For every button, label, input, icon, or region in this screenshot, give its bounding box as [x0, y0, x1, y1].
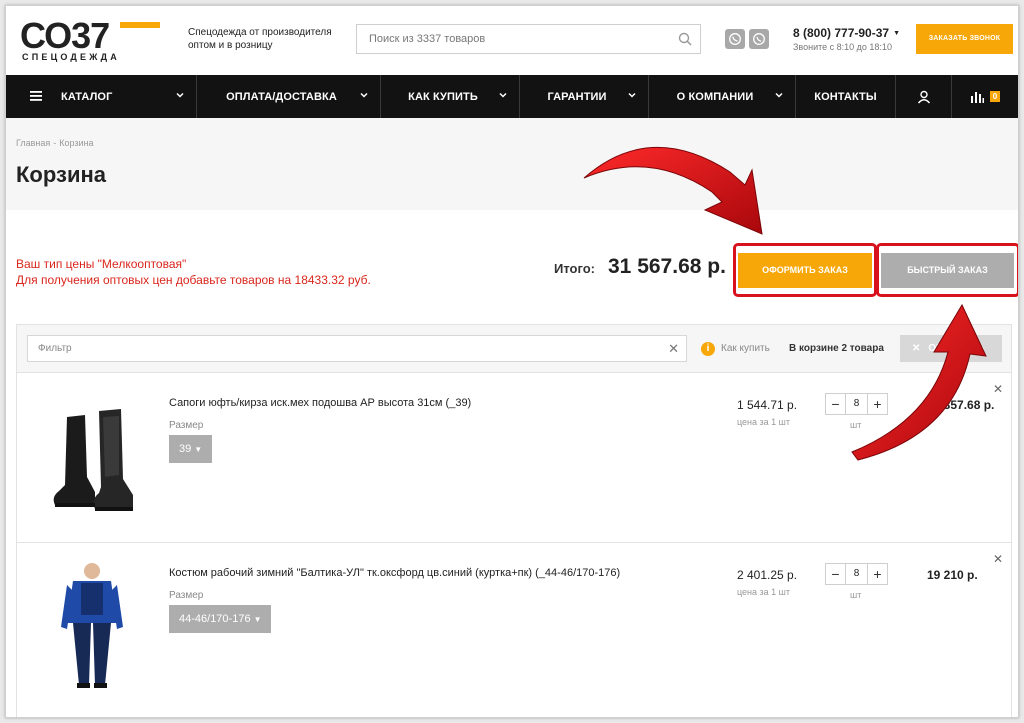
- site-logo[interactable]: СО37 СПЕЦОДЕЖДА: [20, 18, 170, 62]
- quantity-stepper: − 8 +: [825, 563, 888, 585]
- decrease-button[interactable]: −: [825, 563, 846, 585]
- unit-price: 2 401.25 р.: [737, 568, 798, 582]
- nav-label: ОПЛАТА/ДОСТАВКА: [226, 90, 337, 103]
- nav-item-contacts[interactable]: КОНТАКТЫ: [796, 75, 896, 118]
- price-type-line: Ваш тип цены "Мелкооптовая": [16, 257, 187, 271]
- page-frame: СО37 СПЕЦОДЕЖДА Спецодежда от производит…: [5, 5, 1019, 718]
- size-label: Размер: [169, 420, 204, 431]
- chevron-down-icon: [360, 92, 368, 98]
- page-title: Корзина: [16, 162, 106, 187]
- breadcrumb-separator: -: [53, 138, 57, 148]
- compare-button[interactable]: 0: [952, 75, 1018, 118]
- info-icon: i: [701, 342, 715, 356]
- cart-item: Костюм рабочий зимний "Балтика-УЛ" тк.ок…: [17, 543, 1011, 717]
- quantity-value[interactable]: 8: [846, 563, 867, 585]
- close-icon: ✕: [912, 343, 921, 354]
- unit-price: 1 544.71 р.: [737, 398, 798, 412]
- search-input[interactable]: [357, 25, 657, 53]
- menu-icon: [30, 91, 42, 101]
- logo-accent: [120, 22, 160, 28]
- cart-toolbar: ✕ i Как купить В корзине 2 товара ✕ ОЧИСТ…: [17, 325, 1011, 373]
- account-button[interactable]: [896, 75, 952, 118]
- increase-button[interactable]: +: [867, 393, 888, 415]
- chevron-down-icon: [775, 92, 783, 98]
- breadcrumb-home[interactable]: Главная: [16, 138, 50, 148]
- user-icon: [917, 90, 930, 103]
- main-nav: КАТАЛОГ ОПЛАТА/ДОСТАВКА КАК КУПИТЬ ГАРАН…: [6, 75, 1018, 118]
- size-select[interactable]: 44-46/170-176 ▼: [169, 605, 272, 633]
- nav-label: О КОМПАНИИ: [676, 90, 754, 103]
- chevron-down-icon: ▼: [194, 445, 203, 454]
- quantity-unit: шт: [850, 420, 862, 430]
- price-note: цена за 1 шт: [737, 417, 791, 427]
- page-title-area: Главная - Корзина Корзина: [6, 118, 1018, 210]
- product-name[interactable]: Сапоги юфть/кирза иск.мех подошва АР выс…: [169, 397, 471, 409]
- size-value: 39: [179, 443, 192, 455]
- increase-button[interactable]: +: [867, 563, 888, 585]
- site-header: СО37 СПЕЦОДЕЖДА Спецодежда от производит…: [6, 6, 1018, 74]
- tagline: Спецодежда от производителя оптом и в ро…: [188, 27, 332, 51]
- logo-text: СО37: [20, 18, 109, 56]
- size-select[interactable]: 39 ▼: [169, 435, 213, 463]
- work-hours: Звоните с 8:10 до 18:10: [793, 42, 892, 52]
- logo-subtext: СПЕЦОДЕЖДА: [22, 52, 120, 62]
- line-total: 19 210 р.: [927, 568, 978, 582]
- wholesale-hint-line: Для получения оптовых цен добавьте товар…: [16, 273, 371, 287]
- decrease-button[interactable]: −: [825, 393, 846, 415]
- search-box: [356, 24, 701, 54]
- remove-item-icon[interactable]: ✕: [993, 383, 1003, 395]
- size-value: 44-46/170-176: [179, 613, 251, 625]
- chevron-down-icon: [499, 92, 507, 98]
- compare-count-badge: 0: [989, 91, 1001, 102]
- size-label: Размер: [169, 590, 204, 601]
- breadcrumb-current: Корзина: [59, 138, 94, 148]
- filter-box: ✕: [27, 335, 687, 362]
- nav-item-how-to-buy[interactable]: КАК КУПИТЬ: [381, 75, 520, 118]
- price-note: цена за 1 шт: [737, 587, 791, 597]
- quantity-stepper: − 8 +: [825, 393, 888, 415]
- total-value: 31 567.68 р.: [608, 255, 726, 278]
- nav-label: КАТАЛОГ: [61, 90, 113, 103]
- phone-text: 8 (800) 777-90-37: [793, 26, 890, 40]
- search-icon[interactable]: [678, 32, 692, 46]
- nav-item-guarantees[interactable]: ГАРАНТИИ: [520, 75, 649, 118]
- remove-item-icon[interactable]: ✕: [993, 553, 1003, 565]
- quantity-unit: шт: [850, 590, 862, 600]
- chevron-down-icon: ▼: [253, 615, 262, 624]
- chevron-down-icon: [176, 92, 184, 98]
- clear-filter-icon[interactable]: ✕: [668, 342, 679, 355]
- chart-bars-icon: [970, 91, 984, 103]
- price-type-notice: Ваш тип цены "Мелкооптовая" Для получени…: [16, 256, 371, 288]
- line-total: 12 357.68 р.: [927, 398, 995, 412]
- nav-label: КОНТАКТЫ: [814, 90, 877, 103]
- filter-input[interactable]: [28, 336, 648, 361]
- cart-panel: ✕ i Как купить В корзине 2 товара ✕ ОЧИСТ…: [16, 324, 1012, 717]
- how-to-buy-link[interactable]: Как купить: [721, 343, 770, 354]
- highlight-frame-quick-order: [876, 243, 1018, 297]
- cart-item: Сапоги юфть/кирза иск.мех подошва АР выс…: [17, 373, 1011, 543]
- caret-down-icon: ▼: [893, 30, 901, 37]
- quantity-value[interactable]: 8: [846, 393, 867, 415]
- callback-button[interactable]: ЗАКАЗАТЬ ЗВОНОК: [916, 24, 1013, 54]
- product-name[interactable]: Костюм рабочий зимний "Балтика-УЛ" тк.ок…: [169, 567, 620, 579]
- clear-cart-button[interactable]: ✕ ОЧИСТИТЬ: [900, 335, 1002, 362]
- nav-item-about[interactable]: О КОМПАНИИ: [649, 75, 796, 118]
- clear-cart-label: ОЧИСТИТЬ: [928, 343, 984, 354]
- whatsapp-icon[interactable]: [749, 29, 769, 49]
- chevron-down-icon: [628, 92, 636, 98]
- breadcrumb: Главная - Корзина: [16, 138, 94, 148]
- highlight-frame-checkout: [733, 243, 877, 297]
- viber-icon[interactable]: [725, 29, 745, 49]
- product-image-winter-suit[interactable]: [37, 557, 147, 692]
- phone-number[interactable]: 8 (800) 777-90-37 ▼: [793, 26, 900, 40]
- total-label: Итого:: [554, 261, 595, 276]
- nav-item-catalog[interactable]: КАТАЛОГ: [6, 75, 197, 118]
- cart-count: В корзине 2 товара: [789, 343, 884, 354]
- nav-item-payment-delivery[interactable]: ОПЛАТА/ДОСТАВКА: [197, 75, 381, 118]
- product-image-boots[interactable]: [37, 387, 147, 522]
